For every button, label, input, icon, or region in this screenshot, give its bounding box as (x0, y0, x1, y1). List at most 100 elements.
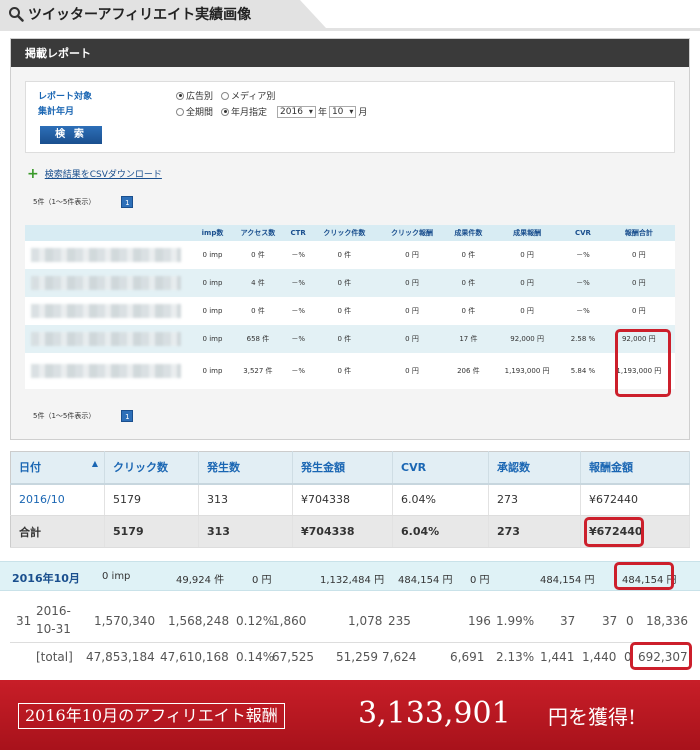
banner-suffix: 円を獲得! (548, 705, 637, 729)
month-select[interactable]: 10 (328, 105, 357, 118)
row2-c7: 6,691 (450, 650, 485, 664)
result-banner: 2016年10月のアフィリエイト報酬 3,133,901 円を獲得! (0, 680, 700, 750)
date-link[interactable]: 2016/10 (10, 483, 105, 516)
pager-top: 5件（1～5件表示） 1 (33, 196, 134, 208)
row3-count: 49,924 件 (176, 575, 225, 586)
report-target-label: レポート対象 (38, 92, 93, 102)
cell: 0 円 (378, 325, 446, 353)
report-panel: 掲載レポート レポート対象 集計年月 広告別 メディア別 全期間 年月指定 20… (10, 38, 690, 440)
row1-c7: 196 (468, 614, 491, 628)
period-label: 集計年月 (38, 107, 75, 117)
search-icon (9, 7, 24, 22)
radio-ad-label: 広告別 (186, 92, 214, 102)
col-click-count: クリック件数 (310, 225, 379, 241)
cell: 313 (198, 515, 293, 548)
row1-c1: 1,570,340 (94, 614, 156, 628)
radio-media[interactable] (221, 91, 230, 100)
col-date[interactable]: 日付 ▲ (10, 451, 105, 485)
cell: 0 件 (310, 353, 379, 389)
year-select[interactable]: 2016 (277, 105, 316, 118)
row2-c10: 1,440 (582, 650, 617, 664)
cell: ¥672440 (580, 483, 690, 516)
col-approvals: 承認数 (488, 451, 581, 485)
cell: 0 件 (310, 297, 379, 325)
cell: 0 件 (229, 241, 286, 269)
cell: －% (563, 269, 603, 297)
cell: 0 件 (310, 269, 379, 297)
blurred-name (25, 297, 195, 325)
row3-yen2: 0 円 (470, 575, 490, 586)
blurred-name (25, 353, 195, 389)
row2-label: [total] (36, 650, 73, 664)
col-name (25, 225, 195, 241)
highlight-total-reward-2 (630, 642, 692, 670)
cell: 658 件 (229, 325, 286, 353)
section-header: ツイッターアフィリエイト実績画像 (0, 0, 326, 28)
radio-media-label: メディア別 (231, 92, 276, 102)
cell: 5179 (104, 483, 199, 516)
row3-yen1: 0 円 (252, 575, 272, 586)
col-total-reward: 報酬合計 (602, 225, 675, 241)
row2-c9: 1,441 (540, 650, 575, 664)
period-radio-group: 全期間 年月指定 2016 年 10 月 (176, 105, 367, 118)
col-result-reward: 成果報酬 (490, 225, 564, 241)
row2-c3: 0.14% (236, 650, 275, 664)
report-table: imp数 アクセス数 CTR クリック件数 クリック報酬 成果件数 成果報酬 C… (25, 225, 675, 389)
blurred-name (25, 241, 195, 269)
row2-c2: 47,610,168 (160, 650, 229, 664)
cell: 92,000 円 (490, 325, 564, 353)
pager-bottom: 5件（1～5件表示） 1 (33, 410, 134, 422)
pager-count: 5件（1～5件表示） (33, 412, 96, 420)
row1-c4: 1,860 (272, 614, 307, 628)
cell: 0 円 (490, 269, 564, 297)
month-unit: 月 (358, 108, 368, 118)
cell: 0 円 (378, 241, 446, 269)
cell: 313 (198, 483, 293, 516)
highlight-total-reward (615, 329, 671, 397)
cell: 5179 (104, 515, 199, 548)
sort-asc-icon[interactable]: ▲ (92, 459, 98, 468)
col-ctr: CTR (285, 225, 311, 241)
radio-all-period-label: 全期間 (186, 108, 214, 118)
header-divider (0, 28, 700, 31)
cell: 0 円 (602, 297, 675, 325)
table-row: 2016/10 5179 313 ¥704338 6.04% 273 ¥6724… (10, 483, 690, 516)
cell: 0 円 (490, 241, 564, 269)
cell: 0 imp (195, 353, 230, 389)
col-imp: imp数 (195, 225, 230, 241)
csv-download-link[interactable]: + 検索結果をCSVダウンロード (27, 165, 162, 182)
cell: 0 円 (378, 353, 446, 389)
report-panel-title: 掲載レポート (11, 39, 689, 67)
cell: 1,193,000 円 (490, 353, 564, 389)
cell: ¥704338 (292, 483, 393, 516)
report-table-header: imp数 アクセス数 CTR クリック件数 クリック報酬 成果件数 成果報酬 C… (25, 225, 675, 241)
row3-imp: 0 imp (102, 571, 131, 582)
banner-label: 2016年10月のアフィリエイト報酬 (18, 703, 285, 729)
cell: 0 円 (378, 297, 446, 325)
radio-ad[interactable] (176, 91, 184, 100)
plus-icon: + (27, 165, 39, 182)
cell: 0 imp (195, 325, 230, 353)
row3-v2: 484,154 円 (398, 575, 453, 586)
row1-date-1: 2016- (36, 604, 71, 618)
row1-c9: 37 (560, 614, 576, 628)
row1-c11: 0 (626, 614, 634, 628)
col-clicks: クリック数 (104, 451, 199, 485)
cell: －% (563, 297, 603, 325)
search-button[interactable]: 検 索 (40, 126, 102, 144)
cell: 0 件 (229, 297, 286, 325)
page-1-button[interactable]: 1 (121, 410, 134, 422)
row2-c8: 2.13% (496, 650, 535, 664)
radio-all-period[interactable] (176, 107, 184, 116)
page-1-button[interactable]: 1 (121, 196, 134, 208)
col-occurrences: 発生数 (198, 451, 293, 485)
cell: 273 (488, 515, 581, 548)
cell: －% (285, 353, 311, 389)
col-occurrence-amount: 発生金額 (292, 451, 393, 485)
cell: 206 件 (445, 353, 491, 389)
cell: －% (285, 241, 311, 269)
radio-month-period[interactable] (221, 107, 230, 116)
cell: 0 件 (310, 325, 379, 353)
cell: 0 円 (602, 269, 675, 297)
table-row: 0 imp 658 件 －% 0 件 0 円 17 件 92,000 円 2.5… (25, 325, 675, 353)
